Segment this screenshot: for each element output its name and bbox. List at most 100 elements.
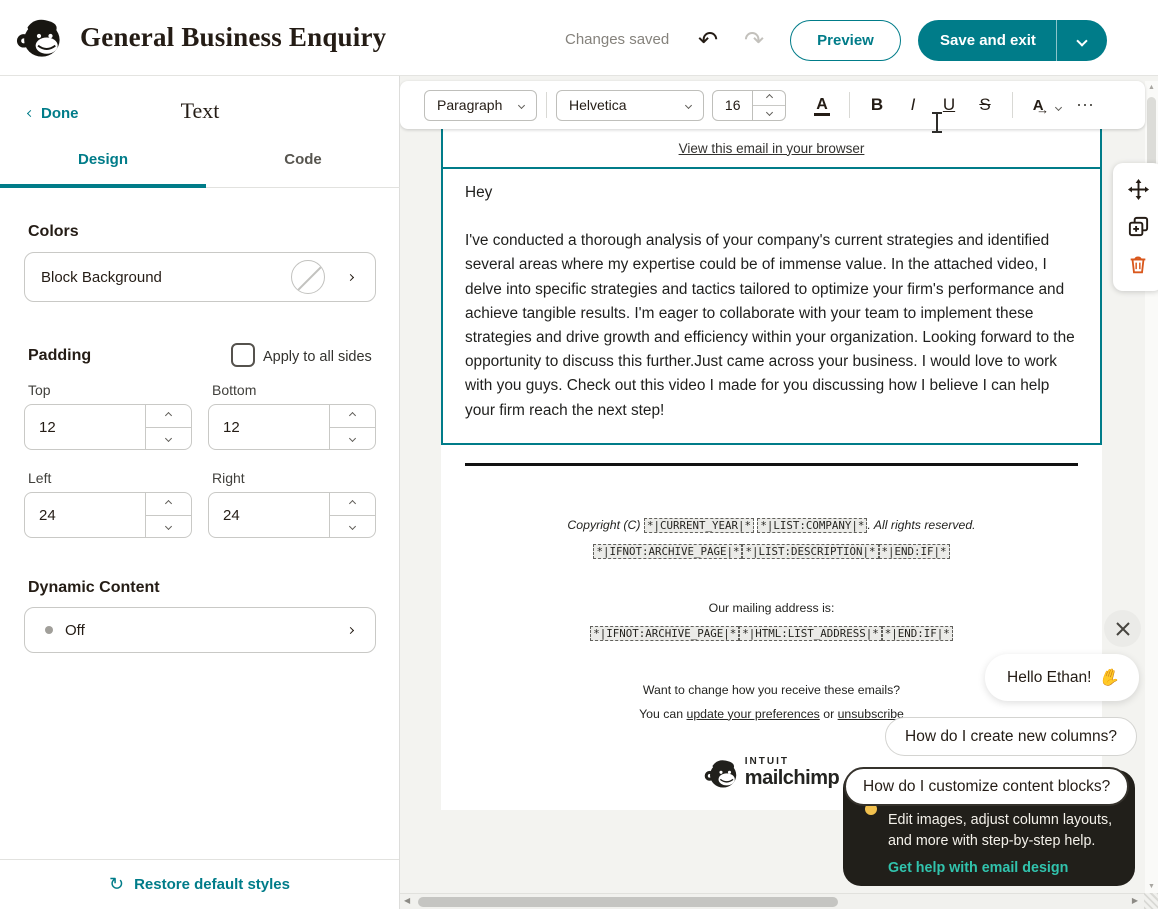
chevron-down-icon [518,101,525,108]
stepper-down-icon[interactable] [349,435,356,442]
horizontal-scroll-thumb[interactable] [418,897,838,907]
chat-suggestion-columns[interactable]: How do I create new columns? [885,717,1137,756]
bold-button[interactable]: B [859,95,895,115]
font-color-button[interactable]: A [804,94,840,116]
horizontal-scrollbar[interactable]: ◀ ▶ [400,893,1158,909]
tab-code[interactable]: Code [203,151,403,168]
italic-button[interactable]: I [895,95,931,115]
stepper-down-icon[interactable] [349,523,356,530]
preview-button[interactable]: Preview [790,20,901,61]
stepper-down-icon[interactable] [165,523,172,530]
move-block-icon[interactable] [1127,178,1150,201]
block-actions-panel [1113,163,1158,291]
text-cursor-icon [931,112,943,133]
font-family-select[interactable]: Helvetica [556,90,704,121]
no-color-swatch-icon [291,260,325,294]
stepper-down-icon[interactable] [165,435,172,442]
stepper-up-icon[interactable] [349,412,356,419]
merge-tag-current-year: *|CURRENT_YEAR|* [644,518,754,533]
save-and-exit-group[interactable]: Save and exit [918,20,1107,61]
get-help-link[interactable]: Get help with email design [888,860,1068,876]
merge-tag-ifnot-archive: *|IFNOT:ARCHIVE_PAGE|* [590,626,739,641]
text-direction-button[interactable]: A→ [1022,95,1066,115]
stepper-up-icon[interactable] [165,500,172,507]
help-tooltip-text: Edit images, adjust column layouts, and … [888,810,1118,852]
padding-top-field [24,404,192,450]
font-color-icon: A [814,96,830,116]
duplicate-block-icon[interactable] [1127,215,1150,238]
block-type-select[interactable]: Paragraph [424,90,537,121]
font-size-value[interactable]: 16 [713,97,752,113]
greeting-text: Hey [465,181,1078,205]
padding-bottom-label: Bottom [212,382,256,398]
restore-default-styles-button[interactable]: ↻ Restore default styles [0,859,399,909]
chevron-right-icon [347,626,354,633]
divider-line [465,463,1078,466]
padding-top-stepper[interactable] [145,405,191,449]
dynamic-content-value: Off [65,622,85,639]
selected-text-block[interactable]: Hey I've conducted a thorough analysis o… [441,167,1102,445]
update-preferences-link[interactable]: update your preferences [687,707,820,721]
colors-heading: Colors [28,223,79,241]
padding-right-stepper[interactable] [329,493,375,537]
merge-tag-list-description: *|LIST:DESCRIPTION|* [742,544,878,559]
padding-top-input[interactable] [25,405,145,449]
email-preview: View this email in your browser Hey I've… [441,129,1102,810]
sidebar-tabs: Design Code [0,151,400,188]
wave-emoji-icon: ✋ [1097,665,1123,691]
padding-bottom-stepper[interactable] [329,405,375,449]
scroll-right-icon[interactable]: ▶ [1132,896,1138,905]
stepper-down-icon[interactable] [766,109,773,116]
block-background-row[interactable]: Block Background [24,252,376,302]
formatting-toolbar: Paragraph Helvetica 16 A B I U S A→ ⋯ [400,81,1145,129]
undo-icon[interactable]: ↶ [698,26,718,55]
delete-block-icon[interactable] [1127,253,1149,276]
mailchimp-logo-icon [16,14,62,65]
email-footer-block[interactable]: Copyright (C) *|CURRENT_YEAR|* *|LIST:CO… [441,485,1102,810]
strikethrough-button[interactable]: S [967,95,1003,115]
stepper-up-icon[interactable] [349,500,356,507]
chat-close-button[interactable] [1104,610,1141,647]
divider-block[interactable] [441,445,1102,485]
scroll-left-icon[interactable]: ◀ [404,896,410,905]
merge-tag-endif: *|END:IF|* [879,544,950,559]
save-status-text: Changes saved [565,31,669,48]
toolbar-divider [546,92,547,118]
address-tag-line: *|IFNOT:ARCHIVE_PAGE|**|HTML:LIST_ADDRES… [451,625,1092,642]
padding-left-stepper[interactable] [145,493,191,537]
freddie-icon [704,756,738,790]
font-family-value: Helvetica [569,97,627,113]
stepper-up-icon[interactable] [766,94,773,101]
chat-greeting-text: Hello Ethan! [1007,669,1091,687]
close-icon [1115,621,1131,637]
save-and-exit-button[interactable]: Save and exit [918,20,1057,61]
padding-right-label: Right [212,470,245,486]
dynamic-content-row[interactable]: Off [24,607,376,653]
toolbar-divider [849,92,850,118]
padding-right-input[interactable] [209,493,329,537]
font-size-stepper[interactable] [752,91,785,120]
more-options-button[interactable]: ⋯ [1076,95,1095,116]
scroll-up-icon[interactable]: ▲ [1145,84,1158,91]
block-background-label: Block Background [25,269,162,286]
intuit-wordmark: INTUIT [745,757,839,767]
save-options-caret[interactable] [1057,20,1107,61]
stepper-up-icon[interactable] [165,412,172,419]
chevron-down-icon [685,101,692,108]
chat-suggestion-blocks[interactable]: How do I customize content blocks? [844,767,1129,806]
padding-bottom-input[interactable] [209,405,329,449]
app-header: General Business Enquiry Changes saved ↶… [0,0,1158,76]
description-tag-line: *|IFNOT:ARCHIVE_PAGE|**|LIST:DESCRIPTION… [451,543,1092,560]
apply-all-sides-checkbox[interactable] [231,343,255,367]
scroll-down-icon[interactable]: ▼ [1145,883,1158,890]
chevron-down-icon [1055,104,1062,111]
merge-tag-list-company: *|LIST:COMPANY|* [757,518,867,533]
padding-left-field [24,492,192,538]
tab-design[interactable]: Design [3,151,203,168]
dynamic-content-heading: Dynamic Content [28,579,160,597]
view-in-browser-link[interactable]: View this email in your browser [679,141,865,156]
padding-left-input[interactable] [25,493,145,537]
padding-top-label: Top [28,382,51,398]
preheader-block[interactable]: View this email in your browser [441,129,1102,167]
apply-all-sides-label: Apply to all sides [263,349,372,365]
